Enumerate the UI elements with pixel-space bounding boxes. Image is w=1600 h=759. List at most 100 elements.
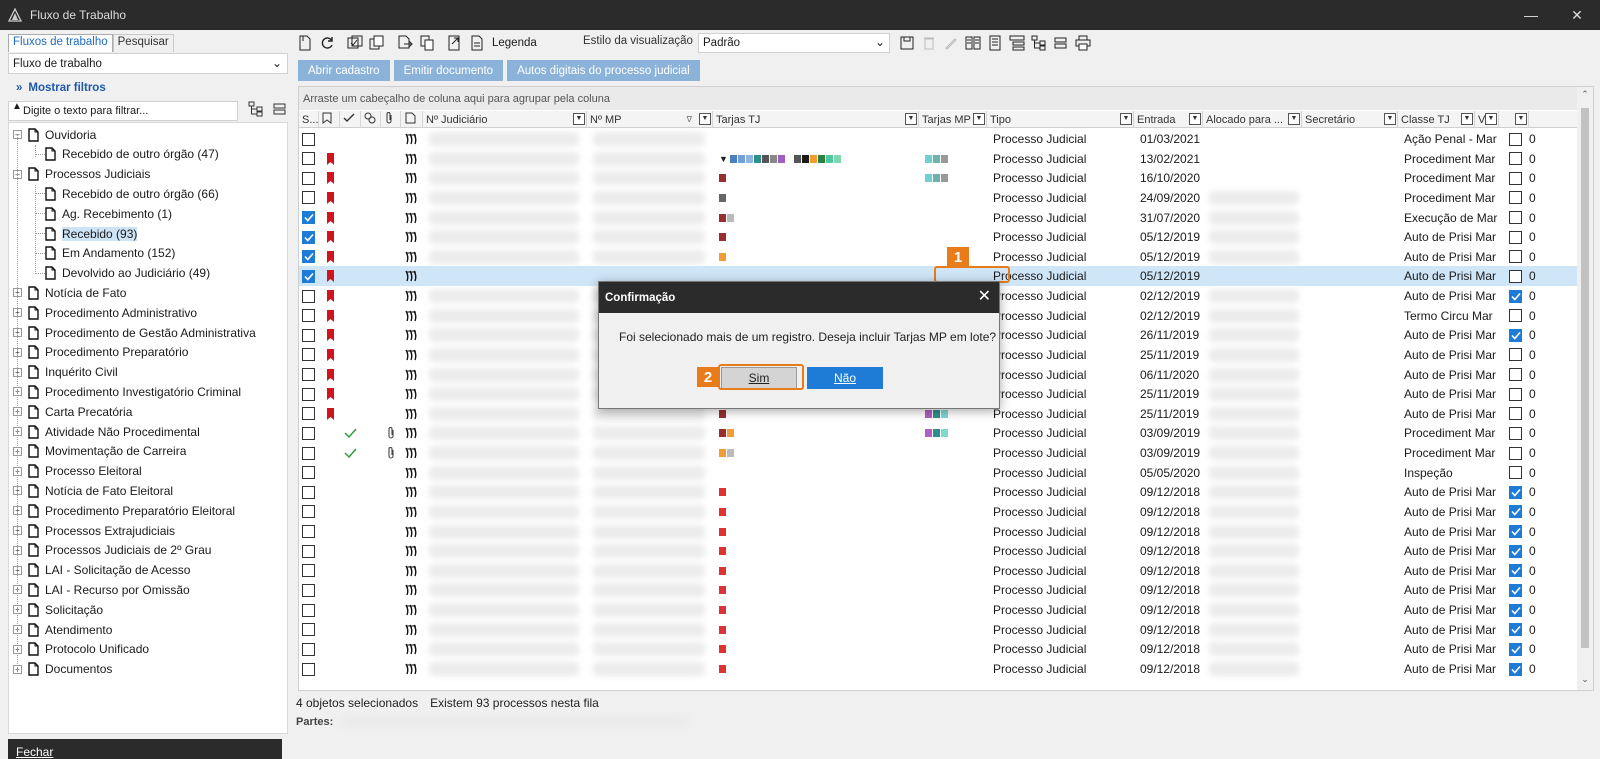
checkbox[interactable] (1509, 211, 1522, 225)
table-row[interactable]: Processo Judicial 09/12/2018 Auto de Prisi… (299, 502, 1577, 522)
v-checkbox[interactable] (1509, 502, 1522, 522)
table-row[interactable]: Processo Judicial 09/12/2018 Auto de Prisi… (299, 639, 1577, 659)
checkbox[interactable] (1509, 426, 1522, 440)
v-checkbox[interactable] (1509, 404, 1522, 424)
checkbox[interactable] (1509, 505, 1522, 519)
digital-records-icon[interactable] (405, 502, 419, 522)
digital-records-icon[interactable] (405, 266, 419, 286)
checkbox[interactable] (302, 309, 315, 323)
header-attachment[interactable] (381, 111, 401, 128)
digital-records-icon[interactable] (405, 600, 419, 620)
checkbox[interactable] (302, 132, 315, 146)
row-select-checkbox[interactable] (302, 325, 315, 345)
header-classe-tj[interactable]: Classe TJ ▼ (1398, 111, 1475, 128)
checkbox[interactable] (302, 211, 315, 225)
v-checkbox[interactable] (1509, 561, 1522, 581)
table-row[interactable]: Processo Judicial 09/12/2018 Auto de Prisi… (299, 580, 1577, 600)
checkbox[interactable] (302, 368, 315, 382)
checkbox[interactable] (302, 328, 315, 342)
print-icon[interactable] (1072, 32, 1094, 54)
tree-group[interactable]: + Procedimento Preparatório Eleitoral (13, 501, 235, 520)
header-tarjas-mp[interactable]: Tarjas MP ▼ (919, 111, 987, 128)
row-select-checkbox[interactable] (302, 639, 315, 659)
header-v[interactable]: V ▼ (1475, 111, 1499, 128)
tree-group[interactable]: + Protocolo Unificado (13, 640, 149, 659)
tree-group[interactable]: + Atividade Não Procedimental (13, 422, 200, 441)
minimize-button[interactable]: — (1508, 0, 1554, 30)
checkbox[interactable] (1509, 368, 1522, 382)
table-row[interactable]: ▼ Processo Judicial 13/02/2021 Procediment … (299, 149, 1577, 169)
checkbox[interactable] (302, 466, 315, 480)
tree-queue-item[interactable]: Recebido (93) (45, 224, 138, 243)
scroll-up-icon[interactable]: ⌃ (1577, 89, 1593, 105)
copy-icon[interactable] (366, 32, 388, 54)
tree-group[interactable]: – Processos Judiciais (13, 165, 150, 184)
checkbox[interactable] (1509, 642, 1522, 656)
row-select-checkbox[interactable] (302, 404, 315, 424)
tree-group[interactable]: + Carta Precatória (13, 402, 132, 421)
row-select-checkbox[interactable] (302, 423, 315, 443)
header-link[interactable] (361, 111, 381, 128)
checkbox[interactable] (1509, 171, 1522, 185)
dropdown-icon[interactable]: ▼ (1288, 113, 1300, 125)
checkbox[interactable] (1509, 250, 1522, 264)
workflow-select[interactable]: Fluxo de trabalho ⌄ (8, 53, 288, 74)
close-button[interactable]: Fechar (8, 739, 282, 759)
digital-records-icon[interactable] (405, 423, 419, 443)
forward-document-icon[interactable] (416, 32, 438, 54)
table-row[interactable]: Processo Judicial 09/12/2018 Auto de Prisi… (299, 522, 1577, 542)
checkbox[interactable] (302, 230, 315, 244)
dropdown-icon[interactable]: ▼ (1120, 113, 1132, 125)
digital-records-icon[interactable] (405, 659, 419, 679)
v-checkbox[interactable] (1509, 384, 1522, 404)
show-filters-link[interactable]: » Mostrar filtros (16, 82, 106, 94)
v-checkbox[interactable] (1509, 443, 1522, 463)
tree-group[interactable]: – Ouvidoria (13, 125, 96, 144)
table-row[interactable]: Processo Judicial 09/12/2018 Auto de Prisi… (299, 561, 1577, 581)
scroll-down-icon[interactable]: ⌄ (1577, 674, 1593, 690)
checkbox[interactable] (302, 426, 315, 440)
digital-records-icon[interactable] (405, 580, 419, 600)
v-checkbox[interactable] (1509, 423, 1522, 443)
columns-icon[interactable] (962, 32, 984, 54)
checkbox[interactable] (1509, 662, 1522, 676)
checkbox[interactable] (302, 623, 315, 637)
v-checkbox[interactable] (1509, 149, 1522, 169)
header-count[interactable]: ▼ (1499, 111, 1529, 128)
close-window-button[interactable]: ✕ (1554, 0, 1600, 30)
no-button[interactable]: Não (807, 367, 883, 389)
v-checkbox[interactable] (1509, 325, 1522, 345)
open-record-button[interactable]: Abrir cadastro (298, 60, 390, 81)
header-select[interactable]: S... (299, 111, 319, 128)
checkbox[interactable] (1509, 446, 1522, 460)
tree-group[interactable]: + Procedimento Investigatório Criminal (13, 382, 241, 401)
tree-group[interactable]: + Documentos (13, 660, 112, 679)
report-icon[interactable] (984, 32, 1006, 54)
v-checkbox[interactable] (1509, 129, 1522, 149)
checkbox[interactable] (1509, 525, 1522, 539)
row-select-checkbox[interactable] (302, 443, 315, 463)
dropdown-icon[interactable]: ▼ (1515, 113, 1527, 125)
digital-records-icon[interactable] (405, 639, 419, 659)
tree-queue-item[interactable]: Devolvido ao Judiciário (49) (45, 264, 210, 283)
header-tipo[interactable]: Tipo ▼ (987, 111, 1134, 128)
tree-group[interactable]: + Notícia de Fato Eleitoral (13, 481, 173, 500)
checkbox[interactable] (1509, 466, 1522, 480)
tree-queue-item[interactable]: Recebido de outro órgão (66) (45, 184, 219, 203)
header-secretario[interactable]: Secretário ▼ (1302, 111, 1398, 128)
tree-queue-item[interactable]: Ag. Recebimento (1) (45, 204, 172, 223)
digital-records-button[interactable]: Autos digitais do processo judicial (507, 60, 700, 81)
checkbox[interactable] (302, 348, 315, 362)
dropdown-icon[interactable]: ▼ (905, 113, 917, 125)
dropdown-icon[interactable]: ▼ (1384, 113, 1396, 125)
view-style-select[interactable]: Padrão ⌄ (698, 33, 890, 53)
table-row[interactable]: Processo Judicial 09/12/2018 Auto de Prisi… (299, 600, 1577, 620)
row-select-checkbox[interactable] (302, 580, 315, 600)
row-select-checkbox[interactable] (302, 208, 315, 228)
row-select-checkbox[interactable] (302, 502, 315, 522)
tree-group[interactable]: + LAI - Recurso por Omissão (13, 580, 190, 599)
row-select-checkbox[interactable] (302, 541, 315, 561)
v-checkbox[interactable] (1509, 247, 1522, 267)
tree-group[interactable]: + Procedimento Administrativo (13, 303, 197, 322)
v-checkbox[interactable] (1509, 227, 1522, 247)
